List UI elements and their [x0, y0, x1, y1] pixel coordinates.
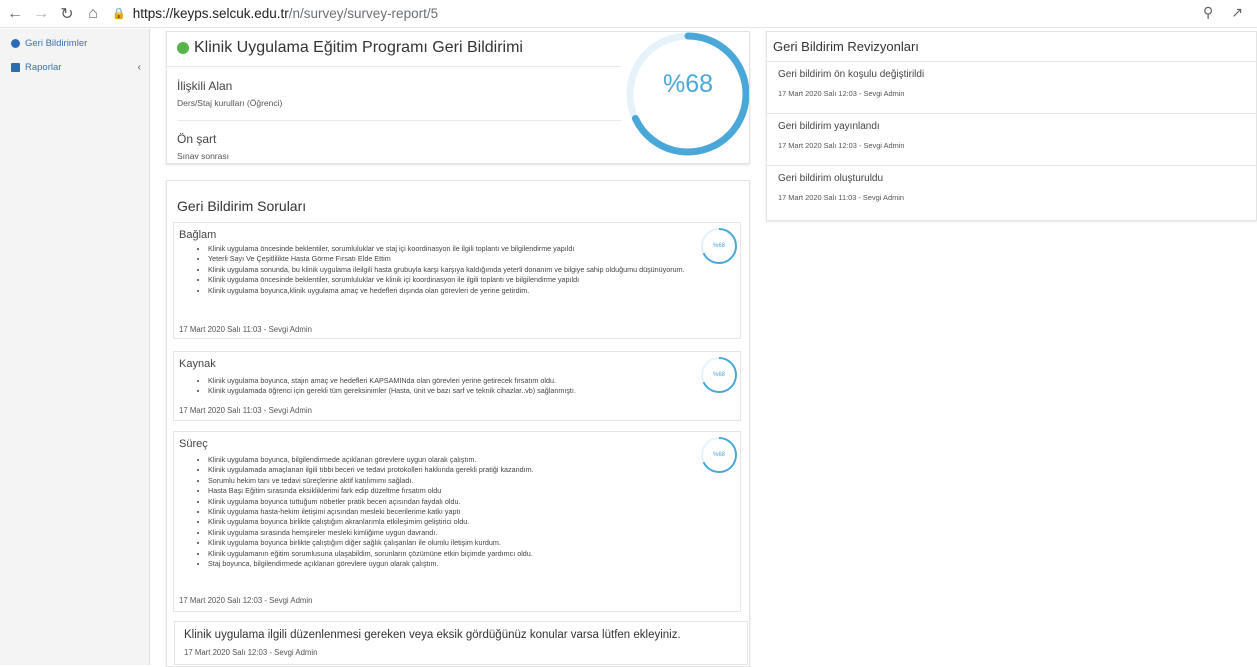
divider	[167, 66, 621, 67]
list-item: Klinik uygulama boyunca,klinik uygulama …	[208, 286, 708, 296]
list-item: Sorumlu hekim tanı ve tedavi süreçlerine…	[208, 476, 708, 486]
list-item: Klinik uygulama hasta-hekim iletişimi aç…	[208, 507, 708, 517]
chevron-left-icon[interactable]: ‹	[138, 62, 141, 73]
precondition-label: Ön şart	[177, 132, 217, 146]
revisions-card: Geri Bildirim Revizyonları Geri bildirim…	[766, 31, 1257, 221]
browser-toolbar: ← → ↻ ⌂ 🔒 https://keyps.selcuk.edu.tr/n/…	[0, 0, 1257, 28]
question-section: Bağlam Klinik uygulama öncesinde beklent…	[173, 222, 741, 339]
share-icon[interactable]: ↗	[1231, 4, 1243, 21]
bubble-icon	[11, 38, 20, 48]
address-bar[interactable]: 🔒 https://keyps.selcuk.edu.tr/n/survey/s…	[112, 6, 438, 21]
zoom-icon[interactable]: ⚲	[1203, 4, 1213, 21]
sidebar-item-feedbacks[interactable]: Geri Bildirimler	[0, 31, 149, 55]
status-dot-icon	[177, 42, 189, 54]
list-item: Klinik uygulama boyunca, bilgilendirmede…	[208, 455, 708, 465]
list-item: Hasta Başı Eğitim sırasında eksiklikleri…	[208, 486, 708, 496]
precondition-value: Sınav sonrası	[177, 151, 229, 161]
list-item: Klinik uygulama öncesinde beklentiler, s…	[208, 244, 708, 254]
list-item: Klinik uygulama boyunca birlikte çalıştı…	[208, 538, 708, 548]
questions-header: Geri Bildirim Soruları	[177, 198, 307, 214]
questions-card: Geri Bildirim Soruları Bağlam Klinik uyg…	[166, 180, 750, 667]
page-title: Klinik Uygulama Eğitim Programı Geri Bil…	[177, 39, 523, 57]
list-item: Klinik uygulama sırasında hemşireler mes…	[208, 528, 708, 538]
lock-icon: 🔒	[112, 8, 126, 20]
list-item: Klinik uygulamada öğrenci için gerekli t…	[208, 386, 708, 396]
revision-date: 17 Mart 2020 Salı 12:03 - Sevgi Admin	[778, 141, 905, 150]
section-date: 17 Mart 2020 Salı 11:03 - Sevgi Admin	[179, 406, 312, 415]
question-list: Klinik uygulama öncesinde beklentiler, s…	[198, 244, 708, 296]
revision-date: 17 Mart 2020 Salı 11:03 - Sevgi Admin	[778, 193, 904, 202]
section-date: 17 Mart 2020 Salı 12:03 - Sevgi Admin	[179, 596, 313, 605]
forward-arrow-icon[interactable]: →	[30, 3, 52, 25]
list-item: Klinik uygulama boyunca, stajın amaç ve …	[208, 376, 708, 386]
list-item: Yeterli Sayı Ve Çeşitlilikte Hasta Görme…	[208, 254, 708, 264]
revision-text: Geri bildirim yayınlandı	[778, 121, 880, 132]
sidebar-item-label: Geri Bildirimler	[25, 37, 88, 49]
overall-percent: %68	[662, 70, 714, 98]
open-question-date: 17 Mart 2020 Salı 12:03 - Sevgi Admin	[184, 648, 318, 657]
sidebar: Geri Bildirimler Raporlar ‹	[0, 29, 150, 665]
section-title: Süreç	[179, 438, 208, 450]
section-title: Bağlam	[179, 229, 217, 241]
divider	[177, 120, 621, 121]
url-path: /n/survey/survey-report/5	[288, 6, 439, 21]
summary-card: Klinik Uygulama Eğitim Programı Geri Bil…	[166, 31, 750, 164]
list-item: Klinik uygulama boyunca birlikte çalıştı…	[208, 517, 708, 527]
list-item: Klinik uygulamanın eğitim sorumlusuna ul…	[208, 549, 708, 559]
table-icon	[11, 62, 20, 72]
question-section: Süreç Klinik uygulama boyunca, bilgilend…	[173, 431, 741, 612]
revision-item: Geri bildirim yayınlandı 17 Mart 2020 Sa…	[767, 113, 1257, 165]
section-percent: %68	[712, 243, 725, 249]
revision-item: Geri bildirim ön koşulu değiştirildi 17 …	[767, 61, 1257, 113]
revisions-title: Geri Bildirim Revizyonları	[773, 39, 919, 54]
list-item: Staj boyunca, bilgilendirmede açıklanan …	[208, 559, 708, 569]
survey-title: Klinik Uygulama Eğitim Programı Geri Bil…	[194, 39, 523, 56]
revision-text: Geri bildirim oluşturuldu	[778, 173, 884, 184]
revision-date: 17 Mart 2020 Salı 12:03 - Sevgi Admin	[778, 89, 905, 98]
section-title: Kaynak	[179, 358, 216, 370]
url-host: https://keyps.selcuk.edu.tr	[132, 6, 289, 21]
section-percent: %68	[712, 452, 725, 458]
question-list: Klinik uygulama boyunca, stajın amaç ve …	[198, 376, 708, 397]
related-area-value: Ders/Staj kurulları (Öğrenci)	[177, 98, 283, 108]
reload-icon[interactable]: ↻	[56, 3, 78, 25]
section-percent: %68	[712, 372, 725, 378]
revision-item: Geri bildirim oluşturuldu 17 Mart 2020 S…	[767, 165, 1257, 221]
section-date: 17 Mart 2020 Salı 11:03 - Sevgi Admin	[179, 325, 312, 334]
open-question-text: Klinik uygulama ilgili düzenlenmesi gere…	[184, 629, 681, 641]
sidebar-item-reports[interactable]: Raporlar ‹	[0, 55, 149, 79]
list-item: Klinik uygulama sonunda, bu klinik uygul…	[208, 265, 708, 275]
back-arrow-icon[interactable]: ←	[4, 3, 26, 25]
open-question: Klinik uygulama ilgili düzenlenmesi gere…	[174, 621, 748, 665]
list-item: Klinik uygulamada amaçlanan ilgili tıbbi…	[208, 465, 708, 475]
sidebar-item-label: Raporlar	[25, 61, 62, 73]
question-section: Kaynak Klinik uygulama boyunca, stajın a…	[173, 351, 741, 421]
home-icon[interactable]: ⌂	[82, 3, 104, 25]
list-item: Klinik uygulama boyunca tuttuğum nöbetle…	[208, 497, 708, 507]
question-list: Klinik uygulama boyunca, bilgilendirmede…	[198, 455, 708, 569]
list-item: Klinik uygulama öncesinde beklentiler, s…	[208, 275, 708, 285]
related-area-label: İlişkili Alan	[177, 79, 233, 93]
revision-text: Geri bildirim ön koşulu değiştirildi	[778, 69, 925, 80]
